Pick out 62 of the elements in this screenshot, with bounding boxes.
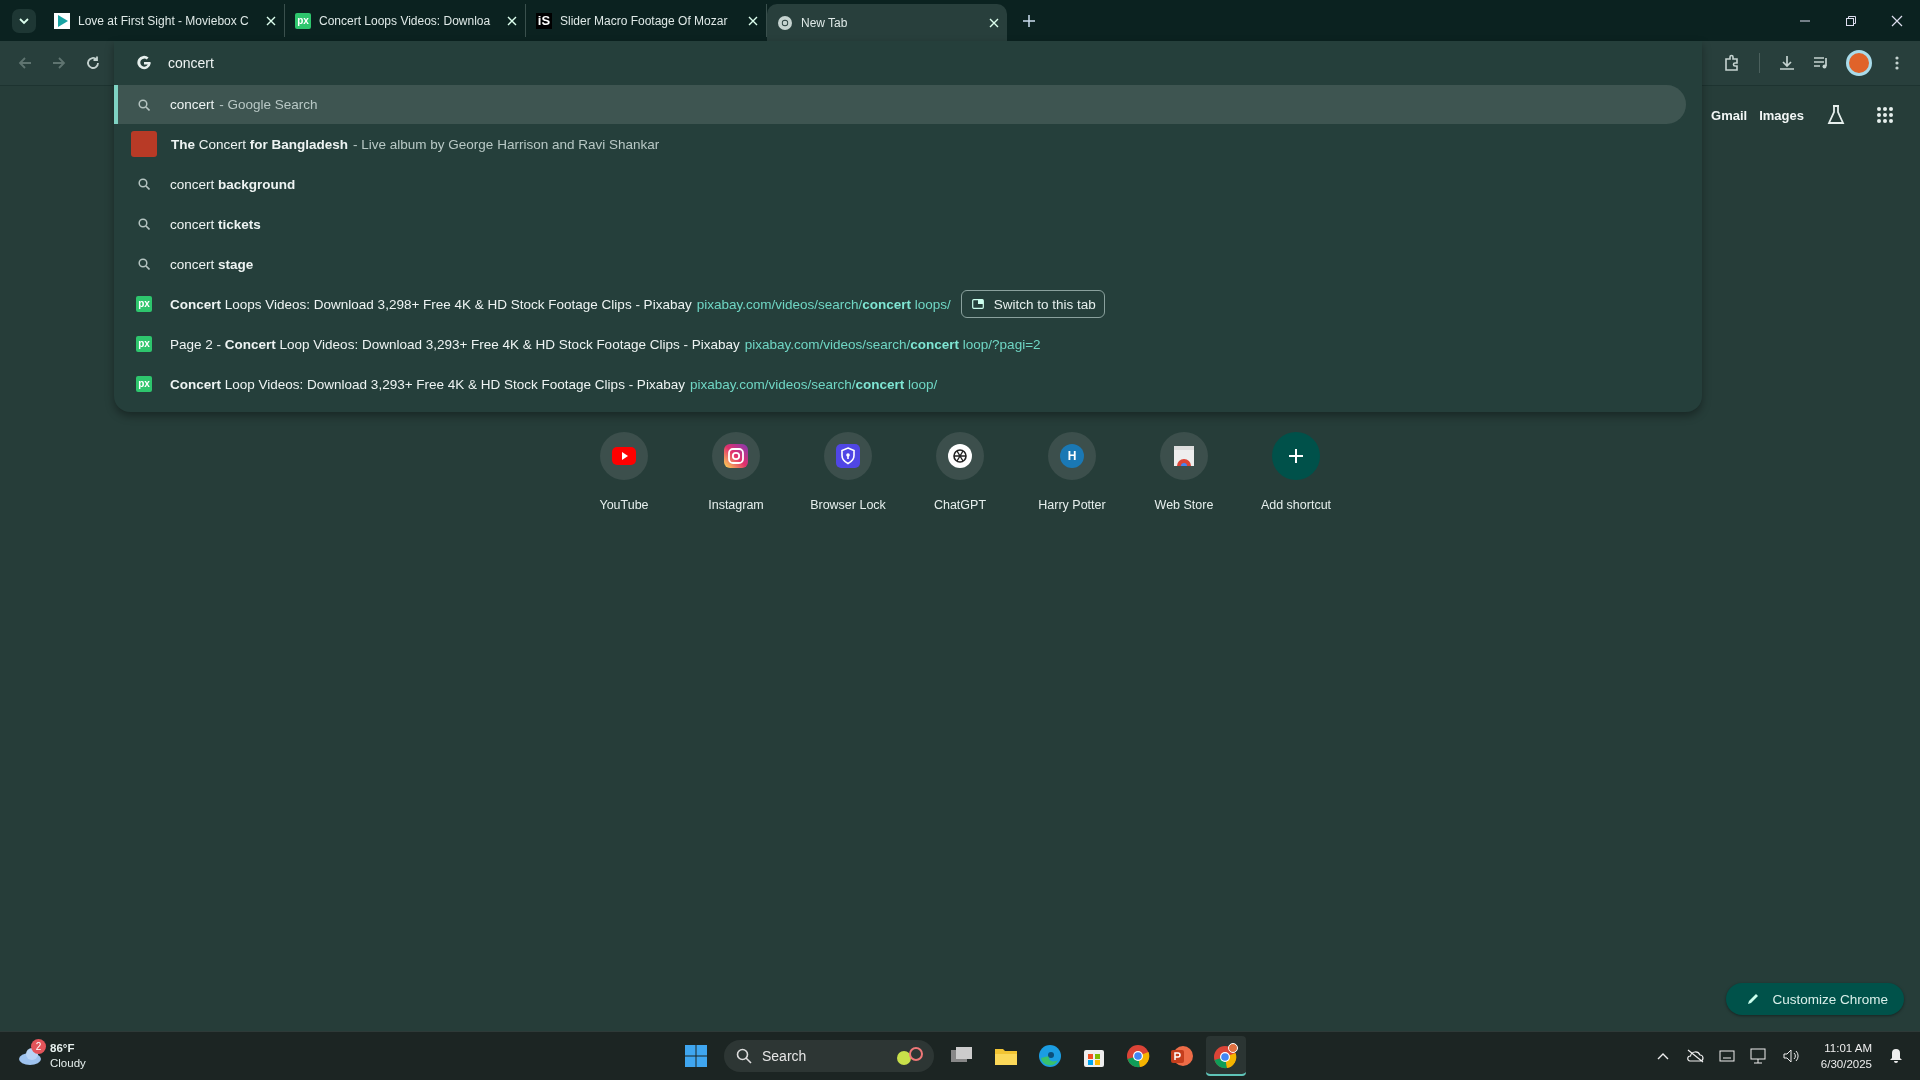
tab-icon <box>971 299 984 309</box>
pixabay-logo-icon: px <box>136 376 152 392</box>
camera-logo-icon <box>724 444 748 468</box>
search-icon <box>136 216 152 232</box>
suggestion-row[interactable]: concert stage <box>114 244 1702 284</box>
web-store-icon <box>1173 445 1195 467</box>
restore-icon <box>1845 14 1857 27</box>
close-tab-icon[interactable] <box>266 15 276 26</box>
browser-tab[interactable]: iS Slider Macro Footage Of Mozar <box>526 4 767 37</box>
suggestion-row[interactable]: The Concert for Bangladesh - Live album by George Harrison and Ravi Shankar <box>114 124 1702 164</box>
shortcut-tile[interactable]: Web Store <box>1128 424 1240 512</box>
shield-lock-icon <box>836 444 860 468</box>
header-link[interactable]: Images <box>1759 107 1804 123</box>
browser-tab[interactable]: New Tab <box>767 4 1007 41</box>
switch-to-tab-button[interactable]: Switch to this tab <box>960 290 1105 318</box>
customize-chrome-button[interactable]: Customize Chrome <box>1726 983 1904 1015</box>
suggestion-row[interactable]: px Page 2 - Concert Loop Videos: Download 3,293+ Free 4K & HD Stock Footage Clips - Pixabay pixabay.com/videos/search/concert loop/?pagi=2 <box>114 324 1702 364</box>
address-field[interactable]: concert <box>168 55 768 71</box>
caret-icon <box>18 15 30 27</box>
suggestion-row[interactable]: px Concert Loops Videos: Download 3,298+ Free 4K & HD Stock Footage Clips - Pixabay pixabay.com/videos/search/concert loops/ Switch to this tab <box>114 284 1702 324</box>
play-logo-icon <box>612 447 636 465</box>
google-g-icon <box>136 55 152 71</box>
clock[interactable]: 11:01 AM 6/30/2025 <box>1820 1040 1872 1072</box>
shortcut-tile[interactable]: ChatGPT <box>904 424 1016 512</box>
header-link[interactable]: Gmail <box>1711 107 1748 123</box>
close-tab-icon[interactable] <box>748 15 758 26</box>
suggestion-row[interactable]: concert - Google Search <box>114 85 1686 124</box>
plus-icon <box>1022 14 1036 28</box>
play-logo-icon <box>54 12 70 29</box>
pencil-icon <box>1746 992 1761 1006</box>
pixabay-logo-icon: px <box>295 12 311 29</box>
suggestion-row[interactable]: px Concert Loop Videos: Download 3,293+ Free 4K & HD Stock Footage Clips - Pixabay pixabay.com/videos/search/concert loop/ <box>114 364 1702 404</box>
shortcut-tile[interactable]: Add shortcut <box>1240 424 1352 512</box>
browser-tab[interactable]: px Concert Loops Videos: Downloa <box>285 4 526 37</box>
browser-tab[interactable]: Love at First Sight - Moviebox C <box>44 4 285 37</box>
weather-widget[interactable]: 2 86°F Cloudy <box>0 1041 318 1071</box>
close-tab-icon[interactable] <box>507 15 517 26</box>
plus-icon <box>1288 448 1304 464</box>
pixabay-logo-icon: px <box>136 296 152 312</box>
close-icon <box>1891 14 1903 27</box>
notification-badge: 2 <box>31 1039 46 1054</box>
is-logo-icon: iS <box>536 12 552 29</box>
weather-condition-text: Cloudy <box>50 1056 86 1071</box>
shortcut-tile[interactable]: YouTube <box>568 424 680 512</box>
temperature-text: 86°F <box>50 1041 76 1056</box>
search-icon <box>136 176 152 192</box>
taskbar-search-field[interactable]: Search <box>724 1040 934 1072</box>
close-tab-icon[interactable] <box>989 17 999 28</box>
shortcut-tile[interactable]: H Harry Potter <box>1016 424 1128 512</box>
shortcut-tile[interactable]: Browser Lock <box>792 424 904 512</box>
search-icon <box>136 256 152 272</box>
chrome-icon[interactable] <box>1206 1036 1246 1076</box>
chrome-logo-icon <box>777 14 793 31</box>
profile-avatar[interactable] <box>1846 50 1872 76</box>
pixabay-logo-icon: px <box>136 336 152 352</box>
suggestion-row[interactable]: concert tickets <box>114 204 1702 244</box>
suggestion-row[interactable]: concert background <box>114 164 1702 204</box>
album-art-placeholder <box>131 131 157 157</box>
search-icon <box>736 1048 752 1064</box>
tab-search-button[interactable] <box>12 9 36 33</box>
shortcut-tile[interactable]: Instagram <box>680 424 792 512</box>
letter-avatar: H <box>1060 444 1084 468</box>
